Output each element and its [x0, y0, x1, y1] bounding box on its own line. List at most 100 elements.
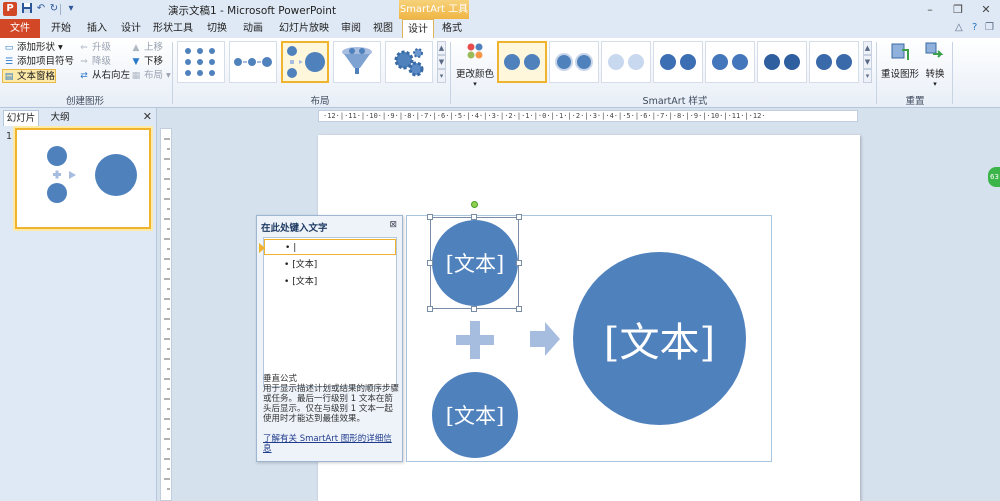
text-pane-title: 在此处键入文字	[261, 223, 328, 234]
text-pane-bullet-2[interactable]: • [文本]	[264, 257, 396, 273]
tab-slides[interactable]: 幻灯片	[3, 110, 39, 126]
help-icon[interactable]: ?	[972, 22, 977, 33]
style-gallery-scroll-down[interactable]: ▼	[863, 55, 872, 69]
style-thumb-4[interactable]	[653, 41, 703, 83]
promote-button[interactable]: ⇐ 升级	[78, 41, 111, 55]
style-gallery-more[interactable]: ▾	[863, 69, 872, 83]
layout-description: 垂直公式 用于显示描述计划或结果的顺序步骤或任务。最后一行级别 1 文本在箭头后…	[263, 374, 399, 424]
resize-handle[interactable]	[427, 260, 433, 266]
text-pane-bullet-3[interactable]: • [文本]	[264, 274, 396, 290]
tab-smartart-format[interactable]: 格式	[436, 19, 468, 38]
tab-file[interactable]: 文件	[0, 19, 40, 38]
convert-button[interactable]: 转换 ▾	[922, 40, 948, 88]
title-bar: P ↶ ↻ ▾ 演示文稿1 - Microsoft PowerPoint Sma…	[0, 0, 1000, 19]
layout-gallery-scroll-down[interactable]: ▼	[437, 55, 446, 69]
change-colors-button[interactable]: 更改颜色 ▾	[455, 40, 495, 88]
promote-icon: ⇐	[80, 43, 88, 53]
resize-handle[interactable]	[427, 214, 433, 220]
move-up-button[interactable]: ▲ 上移	[130, 41, 163, 55]
reset-graphic-icon	[891, 43, 909, 60]
ribbon: ▭ 添加形状 ▾ ☰ 添加项目符号 ▤ 文本窗格 ⇐ 升级 ⇒ 降级 ⇄ 从右向左 ▲ 上移 …	[0, 38, 1000, 108]
slides-panel: 幻灯片 大纲 ✕ 1	[0, 108, 157, 501]
smartart-text-pane[interactable]: 在此处键入文字 ⊠ • | • [文本] • [文本] 垂直公式 用于显示描述计…	[256, 215, 403, 462]
bullet-icon: •	[285, 243, 291, 253]
restore-button[interactable]: ❐	[944, 0, 972, 19]
ribbon-restore-icon[interactable]: ❐	[985, 22, 994, 33]
close-button[interactable]: ✕	[972, 0, 1000, 19]
horizontal-ruler[interactable]: ·12·|·11·|·10·|·9·|·8·|·7·|·6·|·5·|·4·|·…	[318, 110, 858, 122]
text-pane-bullet-1[interactable]: • |	[259, 239, 396, 255]
tab-shape-tools[interactable]: 形状工具	[150, 19, 196, 38]
convert-dropdown-icon: ▾	[933, 80, 937, 88]
right-to-left-button[interactable]: ⇄ 从右向左	[78, 69, 130, 83]
tab-transitions[interactable]: 切换	[202, 19, 232, 38]
style-thumb-5[interactable]	[705, 41, 755, 83]
slide-thumbnail[interactable]	[15, 128, 151, 229]
layout-thumb-gear[interactable]	[385, 41, 433, 83]
resize-handle[interactable]	[471, 214, 477, 220]
text-pane-close-icon[interactable]: ⊠	[389, 220, 397, 230]
group-separator	[876, 42, 877, 104]
smartart-shape-2[interactable]: [文本]	[432, 372, 518, 458]
resize-handle[interactable]	[516, 214, 522, 220]
layout-thumb-funnel[interactable]	[333, 41, 381, 83]
group-separator	[172, 42, 173, 104]
tab-view[interactable]: 视图	[368, 19, 398, 38]
minimize-ribbon-icon[interactable]: △	[955, 22, 963, 33]
redo-icon[interactable]: ↻	[47, 2, 61, 16]
change-colors-icon	[467, 43, 483, 59]
horizontal-ruler-scale: ·12·|·11·|·10·|·9·|·8·|·7·|·6·|·5·|·4·|·…	[323, 112, 766, 120]
move-up-icon: ▲	[132, 43, 140, 53]
tab-slideshow[interactable]: 幻灯片放映	[274, 19, 334, 38]
demote-button[interactable]: ⇒ 降级	[78, 55, 111, 69]
style-thumb-3[interactable]	[601, 41, 651, 83]
tab-smartart-design[interactable]: 设计	[402, 19, 434, 38]
style-thumb-1[interactable]	[497, 41, 547, 83]
rotation-handle[interactable]	[471, 201, 478, 208]
close-panel-icon[interactable]: ✕	[143, 110, 152, 123]
text-pane-button[interactable]: ▤ 文本窗格	[2, 69, 57, 83]
vertical-ruler[interactable]	[160, 128, 172, 501]
reset-graphic-button[interactable]: 重设图形	[880, 40, 920, 80]
tab-insert[interactable]: 插入	[82, 19, 112, 38]
move-down-button[interactable]: ▼ 下移	[130, 55, 163, 69]
add-bullet-button[interactable]: ☰ 添加项目符号	[3, 55, 74, 69]
tab-review[interactable]: 审阅	[336, 19, 366, 38]
learn-more-link[interactable]: 了解有关 SmartArt 图形的详细信息	[263, 434, 399, 454]
tab-animations[interactable]: 动画	[238, 19, 268, 38]
document-title: 演示文稿1 - Microsoft PowerPoint	[168, 5, 337, 17]
resize-handle[interactable]	[516, 260, 522, 266]
green-edge-bubble-icon[interactable]: 63	[988, 167, 1000, 187]
style-gallery-scroll-up[interactable]: ▲	[863, 41, 872, 55]
undo-icon[interactable]: ↶	[34, 2, 48, 16]
right-to-left-icon: ⇄	[80, 71, 88, 81]
style-thumb-6[interactable]	[757, 41, 807, 83]
add-shape-button[interactable]: ▭ 添加形状 ▾	[3, 41, 63, 55]
resize-handle[interactable]	[471, 306, 477, 312]
powerpoint-app-icon[interactable]: P	[3, 2, 17, 16]
text-pane-editor[interactable]: • | • [文本] • [文本]	[259, 237, 397, 387]
tab-design[interactable]: 设计	[116, 19, 146, 38]
smartart-styles-group-label: SmartArt 样式	[642, 96, 708, 107]
resize-handle[interactable]	[427, 306, 433, 312]
tab-outline[interactable]: 大纲	[44, 110, 76, 126]
layout-thumb-2[interactable]	[229, 41, 277, 83]
minimize-button[interactable]: –	[916, 0, 944, 19]
style-thumb-2[interactable]	[549, 41, 599, 83]
style-thumb-7[interactable]	[809, 41, 859, 83]
change-colors-dropdown-icon: ▾	[473, 80, 477, 88]
layout-thumb-vertical-equation[interactable]	[281, 41, 329, 83]
tab-home[interactable]: 开始	[46, 19, 76, 38]
save-icon[interactable]	[20, 2, 34, 16]
layout-gallery-scroll-up[interactable]: ▲	[437, 41, 446, 55]
layout-thumb-1[interactable]	[177, 41, 225, 83]
plus-sign-shape	[456, 321, 494, 359]
resize-handle[interactable]	[516, 306, 522, 312]
reset-group-label: 重置	[905, 96, 925, 107]
layout-dropdown-button[interactable]: ▦ 布局 ▾	[130, 69, 171, 83]
customize-icon[interactable]: ▾	[64, 2, 78, 16]
smartart-shape-3[interactable]: [文本]	[573, 252, 746, 425]
layout-description-title: 垂直公式	[263, 374, 298, 384]
group-separator	[450, 42, 451, 104]
layout-gallery-more[interactable]: ▾	[437, 69, 446, 83]
